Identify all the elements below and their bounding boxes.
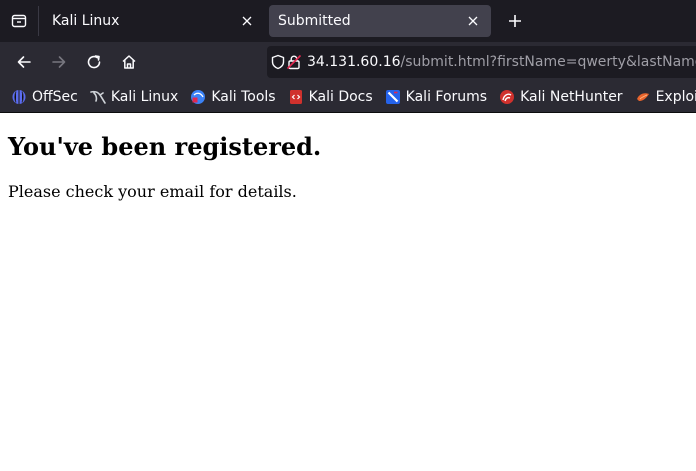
tab-title: Kali Linux: [52, 13, 120, 29]
tab-list-button[interactable]: [0, 2, 38, 40]
tab-close-button[interactable]: [463, 11, 483, 31]
bookmark-label: Kali Forums: [405, 89, 488, 105]
bookmark-label: Exploit-DB: [655, 89, 696, 105]
tab-list-icon: [11, 14, 27, 28]
tracking-protection-button[interactable]: [270, 48, 286, 76]
bookmark-kali-tools[interactable]: Kali Tools: [190, 89, 276, 105]
kali-forums-icon: [385, 89, 401, 105]
forward-button[interactable]: [42, 46, 76, 78]
url-host: 34.131.60.16: [307, 54, 401, 70]
confirmation-message: Please check your email for details.: [8, 182, 297, 201]
bookmark-label: Kali NetHunter: [520, 89, 623, 105]
bookmark-kali-linux[interactable]: Kali Linux: [90, 89, 178, 105]
close-icon: [242, 16, 252, 26]
kali-docs-icon: [288, 89, 304, 105]
back-arrow-icon: [17, 56, 31, 68]
bookmark-exploit-db[interactable]: Exploit-DB: [635, 89, 696, 105]
plus-icon: [509, 15, 521, 27]
tab-submitted[interactable]: Submitted: [269, 5, 491, 37]
insecure-lock-icon: [286, 54, 302, 70]
reload-icon: [87, 55, 101, 69]
tab-bar: Kali Linux Submitted: [0, 0, 696, 42]
reload-button[interactable]: [77, 46, 111, 78]
tab-title: Submitted: [278, 13, 351, 29]
nethunter-icon: [499, 89, 515, 105]
bookmark-label: Kali Linux: [110, 89, 179, 105]
home-button[interactable]: [112, 46, 146, 78]
offsec-icon: [11, 89, 27, 105]
site-security-button[interactable]: [286, 48, 302, 76]
new-tab-button[interactable]: [497, 5, 533, 37]
home-icon: [122, 55, 136, 69]
back-button[interactable]: [7, 46, 41, 78]
tab-close-button[interactable]: [237, 11, 257, 31]
tab-separator: [38, 6, 39, 36]
bookmark-kali-nethunter[interactable]: Kali NetHunter: [499, 89, 623, 105]
kali-dragon-icon: [90, 89, 106, 105]
bookmark-kali-forums[interactable]: Kali Forums: [385, 89, 487, 105]
page-heading: You've been registered.: [8, 132, 322, 161]
navigation-toolbar: 34.131.60.16/submit.html?firstName=qwert…: [0, 42, 696, 82]
page-content: You've been registered. Please check you…: [0, 114, 696, 471]
bookmarks-toolbar: OffSec Kali Linux Kali Tools Kali Docs K…: [0, 82, 696, 113]
exploit-db-icon: [635, 89, 651, 105]
url-text[interactable]: 34.131.60.16/submit.html?firstName=qwert…: [307, 54, 696, 70]
bookmark-label: Kali Tools: [211, 89, 276, 105]
kali-tools-icon: [190, 89, 206, 105]
forward-arrow-icon: [52, 56, 66, 68]
url-bar[interactable]: 34.131.60.16/submit.html?firstName=qwert…: [267, 46, 696, 78]
bookmark-kali-docs[interactable]: Kali Docs: [288, 89, 373, 105]
bookmark-label: OffSec: [32, 89, 78, 105]
bookmark-label: Kali Docs: [308, 89, 373, 105]
tab-kali-linux[interactable]: Kali Linux: [43, 5, 265, 37]
bookmark-offsec[interactable]: OffSec: [11, 89, 78, 105]
close-icon: [468, 16, 478, 26]
shield-icon: [271, 54, 285, 70]
url-path: /submit.html?firstName=qwerty&lastName=: [400, 54, 696, 70]
